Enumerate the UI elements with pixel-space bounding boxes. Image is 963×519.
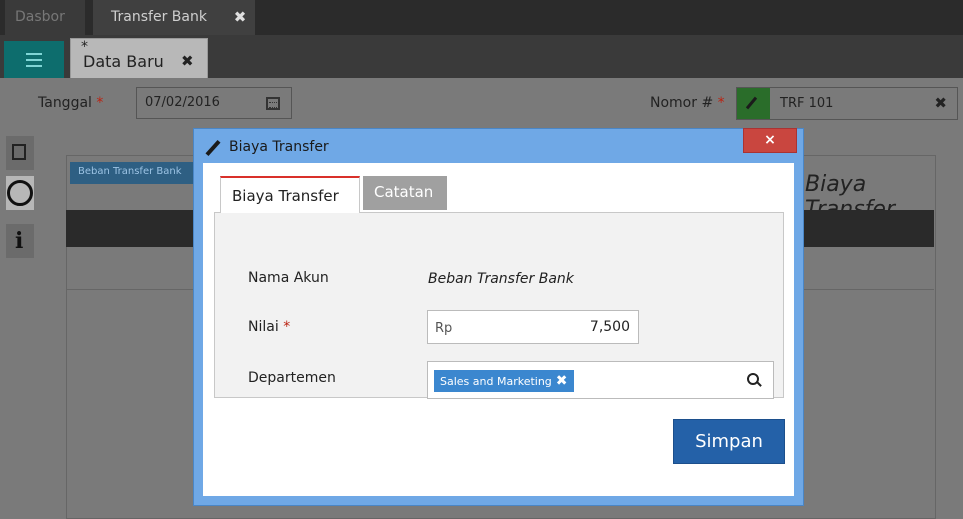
coins-icon[interactable] [6,176,34,210]
account-chip: Beban Transfer Bank [70,162,196,184]
departemen-chip: Sales and Marketing ✖ [434,370,574,392]
tanggal-input[interactable]: 07/02/2016 [136,87,292,119]
tab-catatan[interactable]: Catatan [363,176,447,210]
save-button[interactable]: Simpan [673,419,785,464]
nama-akun-value: Beban Transfer Bank [428,271,574,287]
currency-prefix: Rp [435,321,453,336]
nama-akun-label: Nama Akun [248,270,329,286]
nilai-label: Nilai * [248,319,291,335]
side-toolbar: i [6,136,36,266]
nomor-input[interactable]: TRF 101 ✖ [736,87,958,120]
tanggal-value: 07/02/2016 [145,95,220,110]
tab-data-baru[interactable]: * Data Baru ✖ [70,38,208,78]
tab-label: Catatan [374,183,434,201]
nomor-value: TRF 101 [780,96,834,111]
tab-transfer-bank[interactable]: Transfer Bank [93,0,225,35]
remove-chip-icon[interactable]: ✖ [556,373,568,389]
close-tab-icon[interactable]: ✖ [225,0,255,35]
info-icon[interactable]: i [6,224,34,258]
calendar-icon[interactable] [266,97,280,110]
pencil-icon[interactable] [737,88,770,119]
close-doc-tab-icon[interactable]: ✖ [181,52,194,70]
tab-biaya-transfer[interactable]: Biaya Transfer [220,176,360,213]
pencil-icon [204,139,222,157]
tab-label: Biaya Transfer [232,187,339,205]
departemen-input[interactable]: Sales and Marketing ✖ [427,361,774,399]
tanggal-label: Tanggal * [38,95,104,111]
departemen-label: Departemen [248,370,336,386]
clear-nomor-icon[interactable]: ✖ [934,94,947,112]
menu-button[interactable] [4,41,64,79]
list-icon [26,53,42,67]
close-dialog-button[interactable]: × [743,128,797,153]
search-icon[interactable] [747,373,761,387]
doc-tab-label: Data Baru [83,52,164,71]
nilai-input[interactable]: Rp 7,500 [427,310,639,344]
form-area: Nama Akun Beban Transfer Bank Nilai * Rp… [214,212,784,399]
dialog-header: Biaya Transfer × [194,128,803,165]
biaya-transfer-dialog: Biaya Transfer × Biaya Transfer Catatan … [193,128,804,506]
dialog-body: Biaya Transfer Catatan Nama Akun Beban T… [203,163,794,496]
document-icon[interactable] [6,136,34,170]
nilai-value: 7,500 [589,319,630,335]
tab-dasbor[interactable]: Dasbor [5,0,85,35]
dialog-title: Biaya Transfer [229,139,329,155]
nomor-label: Nomor # * [650,95,725,111]
